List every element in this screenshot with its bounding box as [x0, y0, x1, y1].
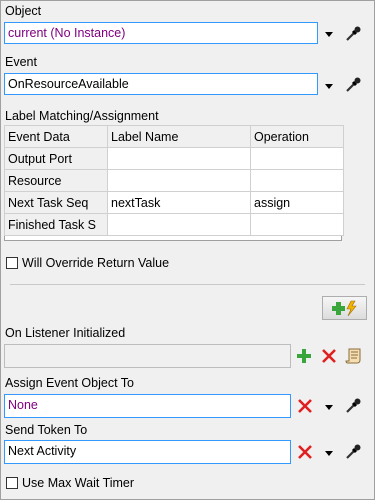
table-cell[interactable]: [107, 147, 251, 170]
assign-event-object-field[interactable]: None: [4, 394, 291, 418]
override-checkbox[interactable]: [6, 257, 18, 269]
table-cell[interactable]: [107, 213, 251, 236]
row-header[interactable]: Output Port: [4, 147, 108, 170]
divider: [10, 284, 365, 285]
table-cell[interactable]: [250, 213, 344, 236]
object-field[interactable]: current (No Instance): [4, 22, 318, 44]
row-header[interactable]: Finished Task S: [4, 213, 108, 236]
chevron-down-icon[interactable]: [325, 405, 333, 410]
chevron-down-icon[interactable]: [325, 451, 333, 456]
column-header[interactable]: Label Name: [107, 125, 251, 148]
table-row: Next Task Seq nextTask assign: [4, 191, 344, 214]
table-cell[interactable]: nextTask: [107, 191, 251, 214]
on-listener-label: On Listener Initialized: [5, 326, 126, 340]
table-cell[interactable]: assign: [250, 191, 344, 214]
table-cell[interactable]: [250, 169, 344, 192]
send-token-label: Send Token To: [5, 423, 88, 437]
table-cell[interactable]: [250, 147, 344, 170]
assign-event-object-label: Assign Event Object To: [5, 376, 135, 390]
send-token-field[interactable]: Next Activity: [4, 440, 291, 464]
chevron-down-icon[interactable]: [325, 84, 333, 89]
column-header[interactable]: Event Data: [4, 125, 108, 148]
event-label: Event: [5, 55, 37, 69]
eyedropper-icon[interactable]: [342, 23, 364, 45]
delete-icon[interactable]: [294, 441, 316, 463]
script-icon[interactable]: [343, 345, 365, 367]
table-row: Finished Task S: [4, 213, 344, 236]
label-matching-label: Label Matching/Assignment: [5, 109, 159, 123]
row-header[interactable]: Next Task Seq: [4, 191, 108, 214]
table-cell[interactable]: [107, 169, 251, 192]
override-checkbox-label: Will Override Return Value: [22, 256, 170, 270]
chevron-down-icon[interactable]: [325, 32, 333, 37]
add-icon[interactable]: [293, 345, 315, 367]
add-trigger-button[interactable]: [322, 296, 367, 320]
column-header[interactable]: Operation: [250, 125, 344, 148]
row-header[interactable]: Resource: [4, 169, 108, 192]
add-icon: [331, 300, 357, 317]
eyedropper-icon[interactable]: [342, 441, 364, 463]
table-row: Output Port: [4, 147, 344, 170]
delete-icon[interactable]: [294, 395, 316, 417]
eyedropper-icon[interactable]: [342, 74, 364, 96]
eyedropper-icon[interactable]: [342, 395, 364, 417]
table-row: Resource: [4, 169, 344, 192]
object-label: Object: [5, 4, 42, 18]
delete-icon[interactable]: [318, 345, 340, 367]
event-field[interactable]: OnResourceAvailable: [4, 73, 318, 95]
max-wait-checkbox[interactable]: [6, 477, 18, 489]
label-matching-table: Event Data Label Name Operation Output P…: [4, 125, 344, 236]
on-listener-field[interactable]: [4, 344, 291, 368]
max-wait-checkbox-label: Use Max Wait Timer: [22, 476, 135, 490]
